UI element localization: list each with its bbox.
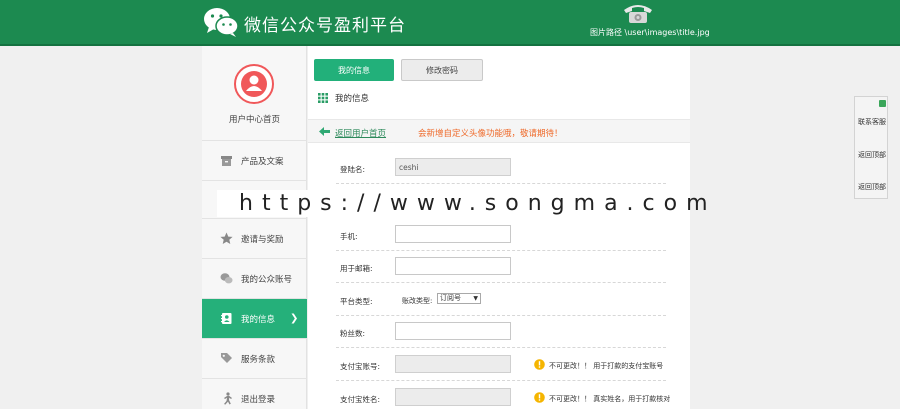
phone-label: 手机: xyxy=(340,232,358,241)
email-field[interactable] xyxy=(395,257,511,275)
sidebar-item-label: 邀请与奖励 xyxy=(241,234,284,245)
sidebar-item-my-accounts[interactable]: 我的公众账号 xyxy=(202,258,307,298)
email-label: 用于邮箱: xyxy=(340,264,373,273)
section-title: 我的信息 xyxy=(318,92,369,104)
top-header: 微信公众号盈利平台 图片路径 \user\images\title.jpg xyxy=(0,0,900,46)
sidebar-item-products[interactable]: 产品及文案 xyxy=(202,140,307,180)
alipay-warning: 不可更改！！ 用于打款的支付宝账号 xyxy=(549,362,664,370)
fans-count-field[interactable] xyxy=(395,322,511,340)
back-to-top-link-2[interactable]: 返回顶部 xyxy=(855,182,889,192)
back-arrow-icon[interactable] xyxy=(319,127,330,136)
site-title: 微信公众号盈利平台 xyxy=(244,16,406,36)
user-silhouette-icon xyxy=(241,71,267,97)
grid-icon xyxy=(318,93,328,103)
payee-label: 支付宝姓名: xyxy=(340,395,381,404)
payee-name-field xyxy=(395,388,511,406)
user-center-home-link[interactable]: 用户中心首页 xyxy=(202,113,307,125)
warning-icon xyxy=(534,392,545,403)
running-man-icon xyxy=(224,392,232,405)
sidebar-item-label: 我的公众账号 xyxy=(241,274,293,285)
form-row-phone: 手机: xyxy=(336,219,666,251)
section-title-text: 我的信息 xyxy=(335,94,370,104)
close-icon[interactable] xyxy=(879,100,886,107)
form-row-platform: 平台类型: 账改类型: 订阅号 ▼ xyxy=(336,284,666,316)
main-panel: 我的信息 修改密码 我的信息 返回用户首页 会新增自定义头像功能哦，敬请期待！ … xyxy=(308,46,690,409)
alipay-label: 支付宝账号: xyxy=(340,362,381,371)
watermark-banner: https://www.songma.com xyxy=(217,190,708,217)
sidebar-item-terms[interactable]: 服务条款 xyxy=(202,338,307,378)
image-path-caption: 图片路径 \user\images\title.jpg xyxy=(590,28,710,37)
sidebar: 用户中心首页 产品及文案 邀请与奖励 我的公众账号 我的信息 ❯ 服务条款 退出… xyxy=(202,46,307,409)
back-to-home-link[interactable]: 返回用户首页 xyxy=(335,127,386,139)
tab-change-password[interactable]: 修改密码 xyxy=(401,59,483,81)
sidebar-item-label: 退出登录 xyxy=(241,394,276,405)
form-row-email: 用于邮箱: xyxy=(336,251,666,283)
box-icon xyxy=(221,156,232,166)
caret-down-icon: ▼ xyxy=(473,295,478,302)
phone-field[interactable] xyxy=(395,225,511,243)
avatar-feature-notice: 会新增自定义头像功能哦，敬请期待！ xyxy=(418,129,563,139)
chevron-right-icon: ❯ xyxy=(290,313,299,324)
sidebar-item-label: 我的信息 xyxy=(241,314,276,325)
alipay-account-field xyxy=(395,355,511,373)
wechat-logo-icon xyxy=(204,8,239,37)
telephone-icon xyxy=(624,5,652,23)
platform-select-value: 订阅号 xyxy=(440,294,461,302)
platform-type-select[interactable]: 订阅号 ▼ xyxy=(437,293,481,304)
back-bar: 返回用户首页 会新增自定义头像功能哦，敬请期待！ xyxy=(308,119,690,143)
avatar[interactable] xyxy=(234,64,274,104)
platform-sub-label: 账改类型: xyxy=(402,297,433,305)
sidebar-item-label: 服务条款 xyxy=(241,354,276,365)
chat-bubbles-icon xyxy=(220,273,233,284)
contact-service-link[interactable]: 联系客服 xyxy=(855,117,889,127)
form-row-alipay: 支付宝账号: 不可更改！！ 用于打款的支付宝账号 xyxy=(336,349,666,381)
fans-label: 粉丝数: xyxy=(340,329,366,338)
form-row-fans: 粉丝数: xyxy=(336,316,666,348)
sidebar-item-label: 产品及文案 xyxy=(241,156,284,167)
tag-icon xyxy=(221,353,232,363)
contact-book-icon xyxy=(221,313,232,324)
sidebar-item-invite-rewards[interactable]: 邀请与奖励 xyxy=(202,218,307,258)
sidebar-item-my-info[interactable]: 我的信息 ❯ xyxy=(202,298,307,338)
tab-my-info[interactable]: 我的信息 xyxy=(314,59,394,81)
back-to-top-link[interactable]: 返回顶部 xyxy=(855,150,889,160)
username-field xyxy=(395,158,511,176)
form-row-payee-name: 支付宝姓名: 不可更改！！ 真实姓名，用于打款核对 xyxy=(336,382,670,409)
warning-icon xyxy=(534,359,545,370)
floating-service-panel: 联系客服 返回顶部 返回顶部 xyxy=(854,96,888,199)
star-icon xyxy=(220,232,233,244)
username-label: 登陆名: xyxy=(340,165,366,174)
form-row-username: 登陆名: xyxy=(336,152,666,184)
payee-warning: 不可更改！！ 真实姓名，用于打款核对 xyxy=(549,395,671,403)
platform-label: 平台类型: xyxy=(340,297,373,306)
sidebar-item-logout[interactable]: 退出登录 xyxy=(202,378,307,409)
